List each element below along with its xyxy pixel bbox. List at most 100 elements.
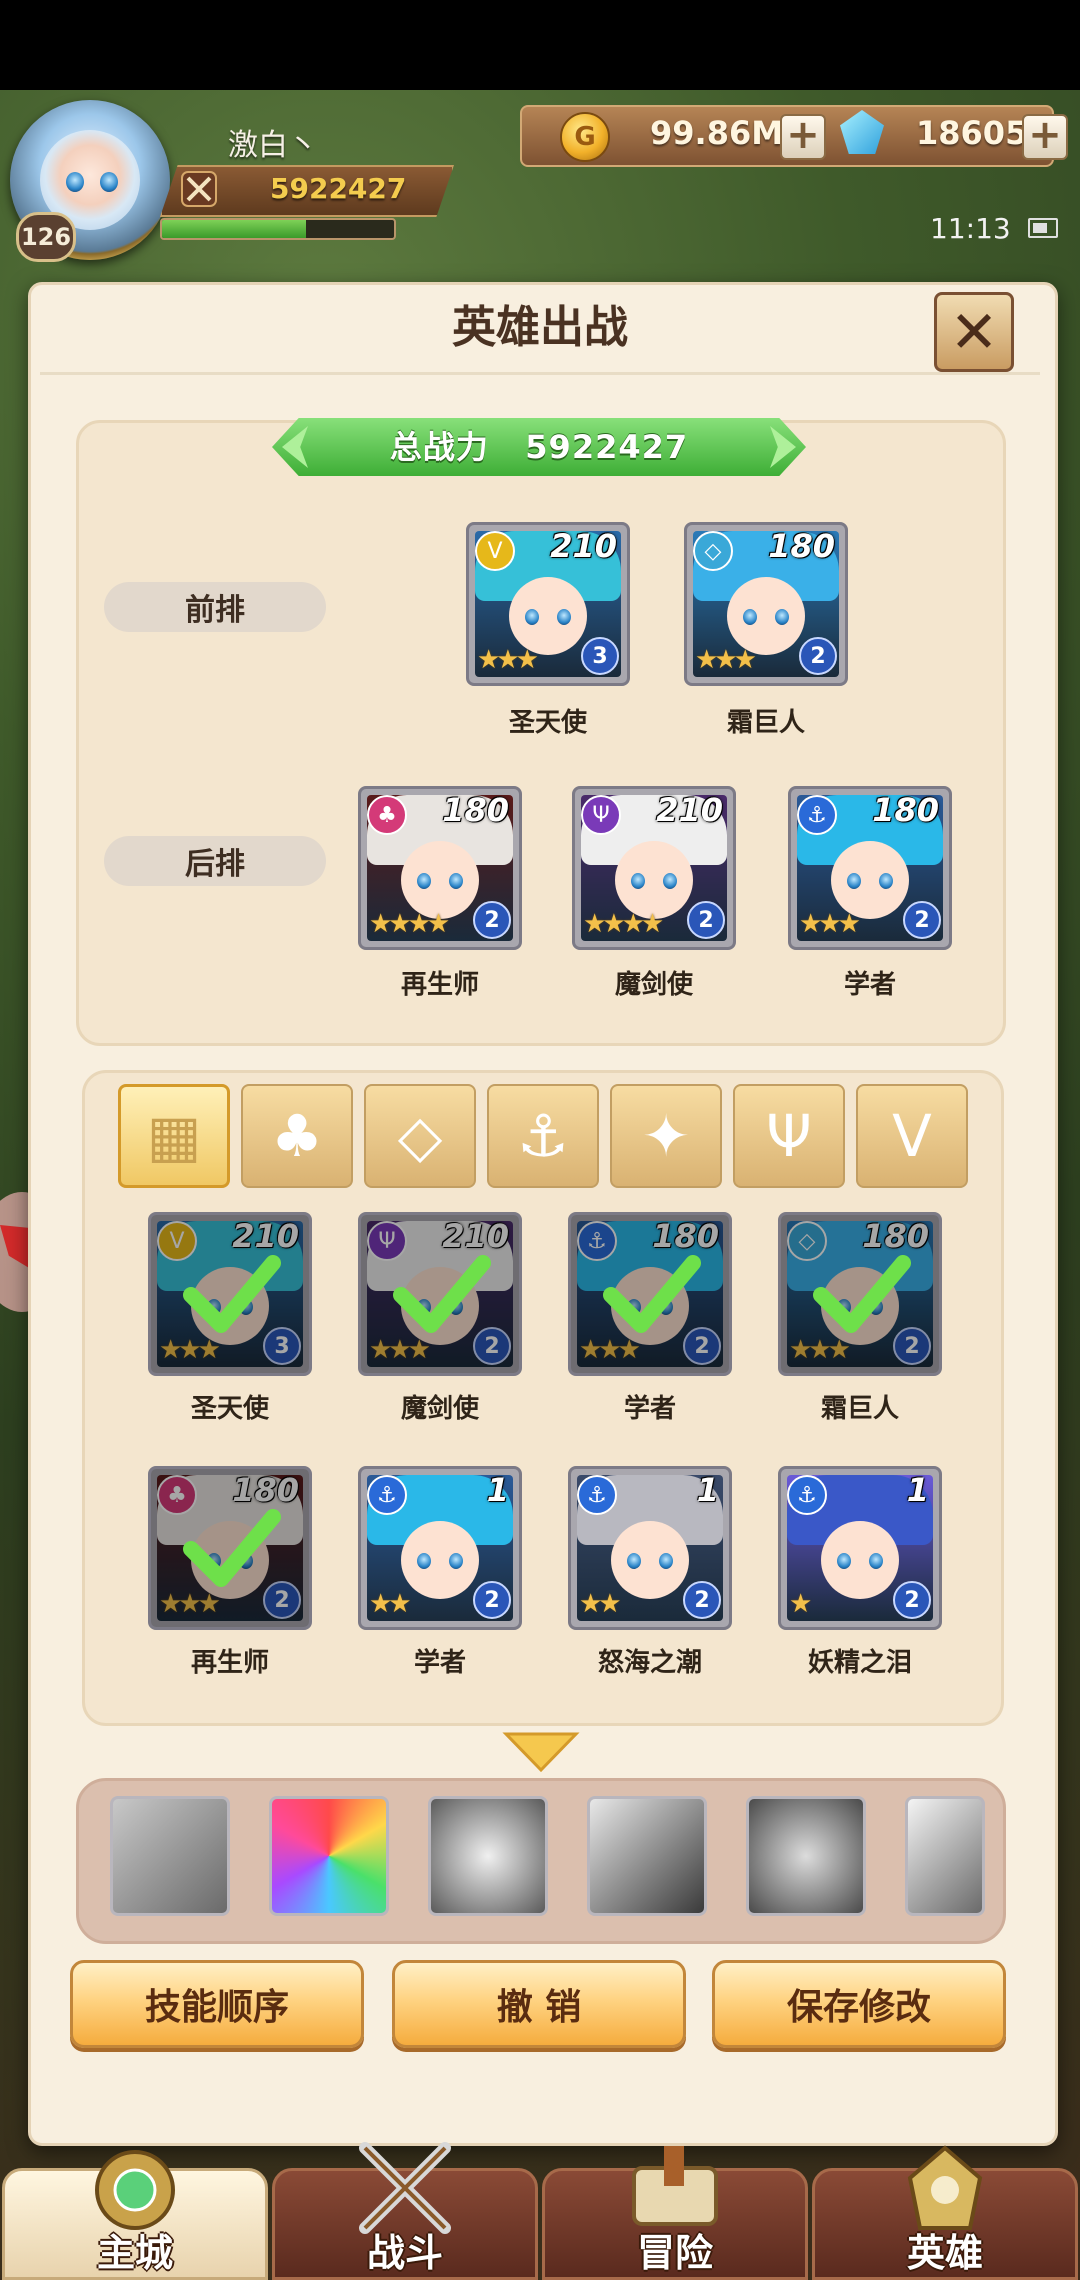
exp-bar <box>160 218 396 240</box>
checkmark-icon <box>813 1255 911 1333</box>
armor-skill-icon[interactable] <box>746 1796 866 1916</box>
front-row-hero-card[interactable]: ◇ 180 ★★★ 2 <box>684 522 848 686</box>
add-gems-button[interactable]: + <box>1022 114 1068 160</box>
pool-hero-name: 学者 <box>623 1394 676 1424</box>
hero-level: 180 <box>872 791 939 829</box>
filter-tab-light[interactable]: V <box>856 1084 968 1188</box>
battery-icon <box>1028 218 1058 238</box>
skill-order-button[interactable]: 技能顺序 <box>70 1960 364 2048</box>
add-gold-button[interactable]: + <box>780 114 826 160</box>
save-changes-button[interactable]: 保存修改 <box>712 1960 1006 2048</box>
gold-amount: 99.86M <box>650 114 784 152</box>
hero-eye-right <box>557 609 571 625</box>
light-icon: V <box>892 1102 932 1170</box>
nav-label-heroes: 英雄 <box>906 2231 983 2275</box>
blade-skill-icon[interactable] <box>587 1796 707 1916</box>
hero-stars: ★★★★ <box>583 909 664 939</box>
hero-tier-badge: 2 <box>473 901 511 939</box>
hero-level: 1 <box>906 1471 929 1509</box>
exp-bar-fill <box>162 220 306 238</box>
avatar-eye-left <box>66 172 84 192</box>
hero-face <box>401 1521 479 1599</box>
hero-face <box>615 841 693 919</box>
filter-tab-ice[interactable]: ◇ <box>364 1084 476 1188</box>
player-power-value: 5922427 <box>270 172 407 205</box>
pool-hero-name: 魔剑使 <box>400 1394 479 1424</box>
avatar-eye-right <box>100 172 118 192</box>
hero-tier-badge: 2 <box>903 901 941 939</box>
pool-hero-card[interactable]: ⚓ 1 ★★ 2 <box>358 1466 522 1630</box>
ice-icon: ◇ <box>397 1102 443 1170</box>
faction-water-icon: ⚓ <box>577 1475 617 1515</box>
hero-face <box>821 1521 899 1599</box>
pool-hero-name: 再生师 <box>190 1648 269 1678</box>
back-row-hero-name: 魔剑使 <box>614 970 693 1000</box>
hero-eye-right <box>869 1553 883 1569</box>
filter-tab-anchor[interactable]: ⚓ <box>487 1084 599 1188</box>
hero-level: 210 <box>550 527 617 565</box>
faction-water-icon: ⚓ <box>367 1475 407 1515</box>
total-power-label: 总战力 <box>389 428 489 466</box>
pool-hero-card[interactable]: ♣ 180 ★★★ 2 <box>148 1466 312 1630</box>
back-row-label: 后排 <box>104 836 326 886</box>
shield-skill-icon[interactable] <box>428 1796 548 1916</box>
filter-tab-all[interactable]: ▦ <box>118 1084 230 1188</box>
checkmark-icon <box>393 1255 491 1333</box>
hero-tier-badge: 2 <box>683 1581 721 1619</box>
pool-hero-name: 妖精之泪 <box>807 1648 912 1678</box>
pool-hero-card[interactable]: ⚓ 180 ★★★ 2 <box>568 1212 732 1376</box>
pool-hero-card[interactable]: ◇ 180 ★★★ 2 <box>778 1212 942 1376</box>
anchor-icon: ⚓ <box>517 1102 569 1170</box>
back-row-hero-card[interactable]: Ψ 210 ★★★★ 2 <box>572 786 736 950</box>
hero-tier-badge: 2 <box>473 1581 511 1619</box>
pool-hero-card[interactable]: V 210 ★★★ 3 <box>148 1212 312 1376</box>
hero-face <box>509 577 587 655</box>
checkmark-icon <box>183 1509 281 1587</box>
hero-tier-badge: 2 <box>799 637 837 675</box>
wind-skill-icon[interactable] <box>905 1796 985 1916</box>
back-row-hero-card[interactable]: ♣ 180 ★★★★ 2 <box>358 786 522 950</box>
hero-tier-badge: 3 <box>581 637 619 675</box>
nav-label-adventure: 冒险 <box>636 2231 713 2275</box>
pool-hero-card[interactable]: Ψ 210 ★★★ 2 <box>358 1212 522 1376</box>
checkmark-icon <box>603 1255 701 1333</box>
player-name: 激白丶 <box>228 128 318 163</box>
front-row-hero-name: 圣天使 <box>508 708 587 738</box>
crossed-swords-icon <box>181 171 217 207</box>
player-level-badge: 126 <box>16 212 76 262</box>
hero-eye-left <box>837 1553 851 1569</box>
undo-button[interactable]: 撤 销 <box>392 1960 686 2048</box>
dialog-title-divider <box>40 372 1040 375</box>
hero-level: 1 <box>696 1471 719 1509</box>
close-button[interactable]: ✕ <box>934 292 1014 372</box>
nav-label-battle: 战斗 <box>366 2231 443 2275</box>
pool-hero-card[interactable]: ⚓ 1 ★ 2 <box>778 1466 942 1630</box>
hero-eye-left <box>631 873 645 889</box>
front-row-hero-name: 霜巨人 <box>726 708 805 738</box>
hero-level: 180 <box>768 527 835 565</box>
hero-stars: ★★★ <box>799 909 861 939</box>
hero-face <box>401 841 479 919</box>
hero-stars: ★★★ <box>477 645 539 675</box>
hero-level: 180 <box>442 791 509 829</box>
hero-eye-right <box>659 1553 673 1569</box>
pool-hero-card[interactable]: ⚓ 1 ★★ 2 <box>568 1466 732 1630</box>
faction-water-icon: ⚓ <box>787 1475 827 1515</box>
filter-tab-demon[interactable]: Ψ <box>733 1084 845 1188</box>
faction-water-icon: ⚓ <box>797 795 837 835</box>
filter-tab-beast[interactable]: ✦ <box>610 1084 722 1188</box>
filter-tab-nature[interactable]: ♣ <box>241 1084 353 1188</box>
hero-eye-right <box>663 873 677 889</box>
front-row-hero-card[interactable]: V 210 ★★★ 3 <box>466 522 630 686</box>
gold-coin-icon: G <box>560 112 610 162</box>
expand-down-arrow-icon[interactable] <box>502 1730 580 1774</box>
hero-eye-left <box>417 873 431 889</box>
hero-eye-left <box>525 609 539 625</box>
hero-eye-right <box>879 873 893 889</box>
hero-level: 1 <box>486 1471 509 1509</box>
back-row-hero-card[interactable]: ⚓ 180 ★★★ 2 <box>788 786 952 950</box>
dialog-title: 英雄出战 <box>452 302 628 353</box>
rainbow-burst-skill-icon[interactable] <box>269 1796 389 1916</box>
clock-time: 11:13 <box>930 212 1011 245</box>
wings-skill-icon[interactable] <box>110 1796 230 1916</box>
